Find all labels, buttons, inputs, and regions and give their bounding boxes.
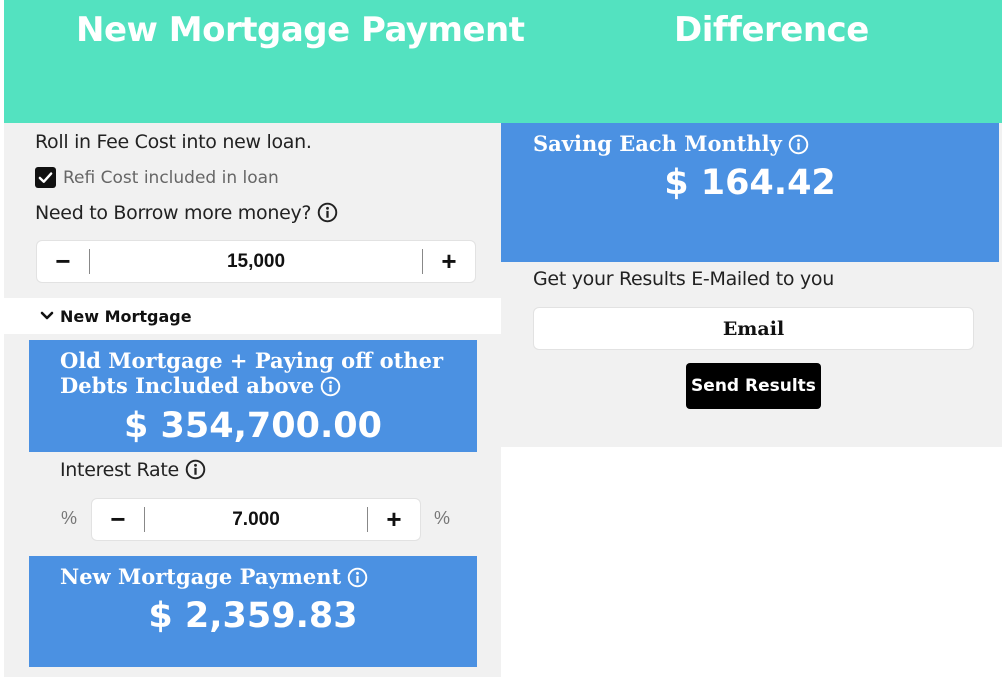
interest-increment-button[interactable]: + — [368, 499, 420, 540]
new-mortgage-payment-amount: $ 2,359.83 — [148, 596, 358, 636]
email-input[interactable] — [533, 307, 974, 350]
info-icon[interactable] — [320, 376, 341, 397]
saving-each-monthly-card: Saving Each Monthly $ 164.42 — [501, 123, 999, 262]
old-mortgage-title: Old Mortgage + Paying off other Debts In… — [60, 348, 444, 398]
new-mortgage-payment-heading: New Mortgage Payment — [76, 10, 525, 50]
right-panel: Saving Each Monthly $ 164.42 Get your Re… — [501, 123, 1002, 447]
old-mortgage-amount: $ 354,700.00 — [124, 406, 382, 446]
interest-rate-value[interactable]: 7.000 — [144, 507, 368, 532]
new-mortgage-accordion-label: New Mortgage — [60, 306, 192, 326]
email-results-label: Get your Results E-Mailed to you — [533, 268, 834, 290]
send-results-button[interactable]: Send Results — [686, 363, 821, 409]
info-icon[interactable] — [788, 134, 809, 155]
interest-rate-stepper: − 7.000 + — [91, 498, 421, 541]
refi-cost-checkbox-label: Refi Cost included in loan — [63, 167, 279, 188]
borrow-amount-value[interactable]: 15,000 — [89, 249, 423, 274]
chevron-down-icon — [40, 311, 54, 320]
left-panel: Roll in Fee Cost into new loan. Refi Cos… — [4, 123, 501, 677]
interest-rate-label: Interest Rate — [60, 459, 179, 481]
difference-heading: Difference — [674, 10, 869, 50]
borrow-increment-button[interactable]: + — [423, 241, 475, 282]
info-icon[interactable] — [317, 202, 338, 223]
interest-rate-row: Interest Rate — [60, 459, 206, 481]
refi-cost-checkbox-row[interactable]: Refi Cost included in loan — [35, 167, 279, 188]
saving-each-monthly-amount: $ 164.42 — [664, 163, 836, 203]
new-mortgage-payment-title: New Mortgage Payment — [60, 564, 368, 589]
new-mortgage-payment-card: New Mortgage Payment $ 2,359.83 — [29, 556, 477, 667]
borrow-decrement-button[interactable]: − — [37, 241, 89, 282]
new-mortgage-accordion[interactable]: New Mortgage — [4, 298, 501, 334]
interest-suffix-percent: % — [434, 508, 451, 528]
info-icon[interactable] — [185, 459, 206, 480]
check-icon — [38, 172, 53, 183]
info-icon[interactable] — [347, 567, 368, 588]
old-mortgage-card: Old Mortgage + Paying off other Debts In… — [29, 340, 477, 452]
interest-decrement-button[interactable]: − — [92, 499, 144, 540]
refi-cost-checkbox[interactable] — [35, 167, 56, 188]
borrow-more-label: Need to Borrow more money? — [35, 202, 312, 224]
saving-each-monthly-title: Saving Each Monthly — [533, 131, 809, 156]
borrow-more-row: Need to Borrow more money? — [35, 202, 338, 224]
borrow-amount-stepper: − 15,000 + — [36, 240, 476, 283]
page-header: New Mortgage Payment Difference — [4, 0, 1002, 123]
roll-in-fee-label: Roll in Fee Cost into new loan. — [35, 131, 312, 153]
interest-prefix-percent: % — [61, 508, 78, 528]
